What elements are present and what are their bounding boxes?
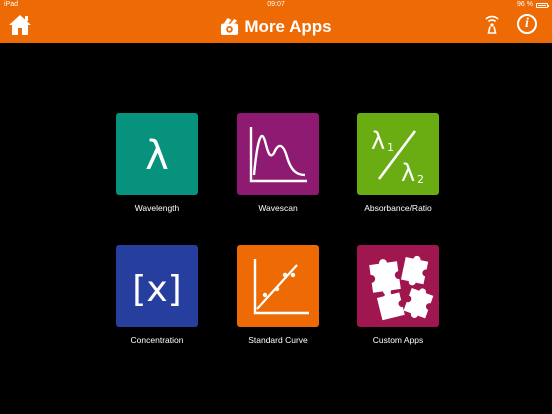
puzzle-pieces-icon bbox=[369, 255, 434, 321]
battery-percent: 96 % bbox=[517, 1, 533, 8]
battery-indicator: 96 % bbox=[517, 0, 549, 10]
apps-box-icon bbox=[221, 17, 239, 36]
wavelength-glyph: λ bbox=[145, 133, 169, 179]
app-label-standard-curve: Standard Curve bbox=[248, 335, 308, 345]
page-title: More Apps bbox=[244, 16, 332, 36]
app-custom-apps[interactable]: Custom Apps bbox=[333, 245, 463, 345]
lambda-ratio-icon: λ 1 λ 2 bbox=[371, 127, 424, 187]
clock: 09:07 bbox=[267, 1, 285, 8]
standard-curve-tile bbox=[237, 245, 319, 327]
app-label-custom-apps: Custom Apps bbox=[372, 335, 424, 345]
wavelength-tile: λ bbox=[116, 113, 198, 195]
lambda-icon: λ bbox=[145, 133, 169, 179]
app-label-wavelength: Wavelength bbox=[134, 203, 180, 213]
scatter-fit-icon bbox=[253, 259, 309, 315]
wifi-icon bbox=[485, 15, 499, 34]
app-absorbance-ratio[interactable]: λ 1 λ 2 Absorbance/Ratio bbox=[333, 113, 463, 213]
battery-icon bbox=[536, 2, 549, 8]
app-concentration[interactable]: [x] Concentration bbox=[92, 245, 222, 345]
wifi-button[interactable] bbox=[482, 15, 502, 35]
app-standard-curve[interactable]: Standard Curve bbox=[213, 245, 343, 345]
app-label-absorbance-ratio: Absorbance/Ratio bbox=[364, 203, 432, 213]
lambda-2-subscript: 2 bbox=[417, 173, 424, 186]
status-bar: iPad 09:07 96 % bbox=[0, 0, 552, 10]
nav-bar: More Apps i bbox=[0, 10, 552, 43]
bracket-x-icon: [x] bbox=[132, 269, 181, 310]
lambda-1-glyph: λ bbox=[371, 127, 385, 155]
lambda-2-glyph: λ bbox=[401, 159, 415, 187]
nav-title: More Apps bbox=[0, 10, 552, 43]
concentration-tile: [x] bbox=[116, 245, 198, 327]
lambda-1-subscript: 1 bbox=[387, 141, 394, 154]
info-icon: i bbox=[525, 16, 529, 31]
info-button[interactable]: i bbox=[517, 14, 537, 34]
app-wavescan[interactable]: Wavescan bbox=[213, 113, 343, 213]
custom-apps-tile bbox=[357, 245, 439, 327]
wavescan-tile bbox=[237, 113, 319, 195]
absorbance-tile: λ 1 λ 2 bbox=[357, 113, 439, 195]
concentration-glyph: [x] bbox=[132, 269, 181, 310]
app-wavelength[interactable]: λ Wavelength bbox=[92, 113, 222, 213]
app-label-concentration: Concentration bbox=[130, 335, 184, 345]
spectrum-curve-icon bbox=[249, 127, 307, 183]
app-label-wavescan: Wavescan bbox=[258, 203, 298, 213]
